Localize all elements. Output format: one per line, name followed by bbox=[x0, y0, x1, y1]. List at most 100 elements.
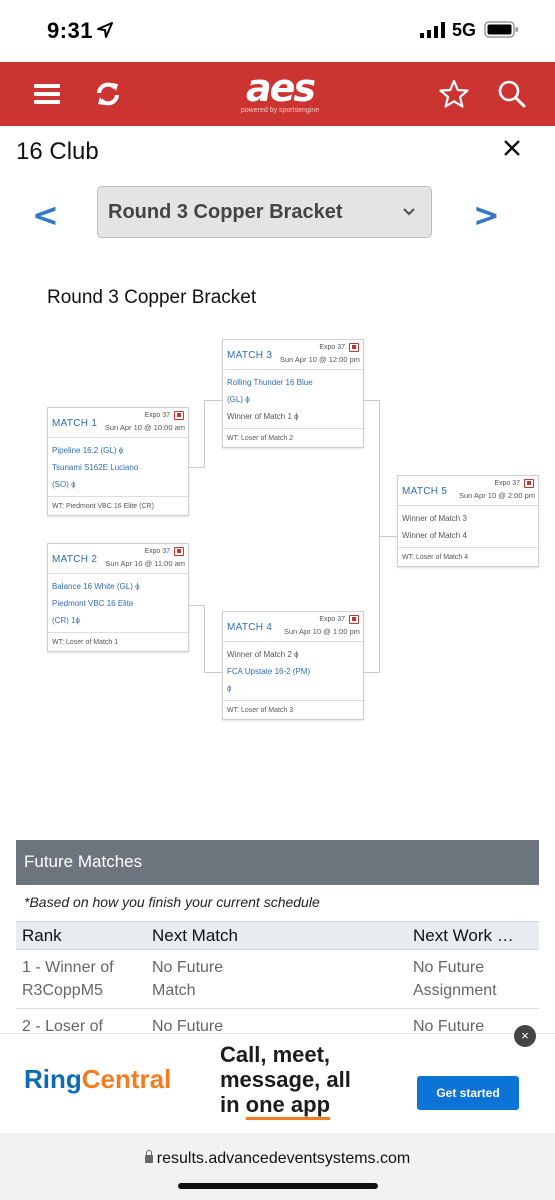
column-header-next-match: Next Match bbox=[146, 921, 407, 950]
next-match-cell: No Future Match bbox=[146, 949, 407, 1009]
match-label: MATCH 5 bbox=[402, 486, 448, 497]
ad-copy: Call, meet, message, all in one app bbox=[220, 1042, 351, 1120]
match-card-4[interactable]: MATCH 4 Expo 37 Sun Apr 10 @ 1:00 pm Win… bbox=[222, 611, 364, 720]
match-time: Sun Apr 10 @ 12:00 pm bbox=[279, 355, 360, 364]
match-court: Expo 37 bbox=[144, 548, 170, 555]
match-court: Expo 37 bbox=[319, 616, 345, 623]
bracket-connector bbox=[204, 605, 205, 673]
favorite-button[interactable] bbox=[434, 74, 474, 114]
ad-brand-ring: Ring bbox=[24, 1064, 82, 1094]
ad-copy-line: Call, meet, bbox=[220, 1042, 331, 1067]
team-link[interactable]: Piedmont VBC 16 Elite bbox=[52, 595, 184, 612]
match-label: MATCH 3 bbox=[227, 350, 273, 361]
match-label: MATCH 2 bbox=[52, 554, 98, 565]
bracket-connector bbox=[189, 467, 205, 468]
chevron-down-icon bbox=[403, 208, 415, 216]
team-link-continued[interactable]: (CR) 1ϕ bbox=[52, 612, 184, 629]
work-team: WT: Loser of Match 2 bbox=[223, 428, 363, 447]
table-row: 1 - Winner of R3CoppM5 No Future Match No … bbox=[16, 949, 539, 1009]
match-card-5[interactable]: MATCH 5 Expo 37 Sun Apr 10 @ 2:00 pm Win… bbox=[397, 475, 539, 567]
work-team: WT: Piedmont VBC 16 Elite (CR) bbox=[48, 496, 188, 515]
search-button[interactable] bbox=[492, 74, 532, 114]
match-time: Sun Apr 10 @ 11:00 am bbox=[105, 559, 185, 568]
location-arrow-icon bbox=[97, 22, 113, 38]
column-header-rank: Rank bbox=[16, 921, 146, 950]
rank-cell: 1 - Winner of R3CoppM5 bbox=[16, 949, 146, 1009]
url-text: results.advancedeventsystems.com bbox=[156, 1150, 411, 1167]
team-link[interactable]: Tsunami S162E Luciano bbox=[52, 459, 184, 476]
future-matches-table: Rank Next Match Next Work … 1 - Winner o… bbox=[16, 921, 539, 1045]
bracket-connector bbox=[364, 672, 380, 673]
work-team: WT: Loser of Match 4 bbox=[398, 547, 538, 566]
refresh-button[interactable] bbox=[88, 74, 128, 114]
bracket-title: Round 3 Copper Bracket bbox=[47, 287, 257, 308]
team-link-continued[interactable]: ϕ bbox=[227, 680, 359, 697]
team-link[interactable]: Rolling Thunder 16 Blue bbox=[227, 374, 359, 391]
close-button[interactable] bbox=[498, 134, 526, 162]
team-link[interactable]: Balance 16 White (GL) ϕ bbox=[52, 578, 184, 595]
browser-url-bar[interactable]: results.advancedeventsystems.com bbox=[0, 1133, 555, 1200]
round-select[interactable]: Round 3 Copper Bracket bbox=[97, 186, 432, 238]
home-indicator[interactable] bbox=[178, 1183, 378, 1189]
next-work-cell: No Future Assignment bbox=[407, 949, 539, 1009]
ad-brand-logo[interactable]: RingCentral bbox=[24, 1064, 171, 1095]
match-card-3[interactable]: MATCH 3 Expo 37 Sun Apr 10 @ 12:00 pm Ro… bbox=[222, 339, 364, 448]
bracket-connector bbox=[204, 672, 222, 673]
signal-icon bbox=[420, 22, 445, 38]
network-label: 5G bbox=[452, 20, 477, 40]
future-matches-note: *Based on how you finish your current sc… bbox=[24, 894, 320, 910]
future-matches-heading: Future Matches bbox=[16, 840, 539, 885]
video-icon[interactable] bbox=[174, 547, 184, 556]
bracket-connector bbox=[204, 400, 205, 468]
match-court: Expo 37 bbox=[494, 480, 520, 487]
video-icon[interactable] bbox=[349, 343, 359, 352]
search-icon bbox=[498, 80, 526, 108]
video-icon[interactable] bbox=[524, 479, 534, 488]
ad-banner[interactable]: RingCentral Call, meet, message, all in … bbox=[0, 1033, 555, 1129]
match-card-1[interactable]: MATCH 1 Expo 37 Sun Apr 10 @ 10:00 am Pi… bbox=[47, 407, 189, 516]
team-link[interactable]: FCA Upstate 16-2 (PM) bbox=[227, 663, 359, 680]
ad-get-started-button[interactable]: Get started bbox=[417, 1076, 519, 1110]
match-time: Sun Apr 10 @ 2:00 pm bbox=[459, 491, 535, 500]
team-link-continued[interactable]: (SO) ϕ bbox=[52, 476, 184, 493]
team-link[interactable]: Pipeline 16.2 (GL) ϕ bbox=[52, 442, 184, 459]
team-placeholder: Winner of Match 3 bbox=[402, 514, 467, 523]
round-select-value: Round 3 Copper Bracket bbox=[108, 200, 343, 223]
team-link-continued[interactable]: (GL) ϕ bbox=[227, 391, 359, 408]
video-icon[interactable] bbox=[174, 411, 184, 420]
bracket-connector bbox=[379, 536, 397, 537]
match-card-2[interactable]: MATCH 2 Expo 37 Sun Apr 10 @ 11:00 am Ba… bbox=[47, 543, 189, 652]
bracket-connector bbox=[189, 605, 205, 606]
url-display[interactable]: results.advancedeventsystems.com bbox=[0, 1149, 555, 1168]
work-team: WT: Loser of Match 3 bbox=[223, 700, 363, 719]
match-court: Expo 37 bbox=[144, 412, 170, 419]
ad-brand-central: Central bbox=[81, 1064, 172, 1094]
ad-close-button[interactable]: × bbox=[514, 1025, 536, 1047]
match-time: Sun Apr 10 @ 10:00 am bbox=[104, 423, 185, 432]
team-placeholder: Winner of Match 4 bbox=[402, 531, 467, 540]
refresh-icon bbox=[97, 82, 119, 106]
star-icon bbox=[439, 79, 469, 108]
battery-icon bbox=[484, 21, 518, 38]
club-title: 16 Club bbox=[16, 138, 99, 165]
top-nav: aes powered by sportsengine bbox=[0, 62, 555, 126]
close-icon bbox=[504, 140, 520, 156]
menu-button[interactable] bbox=[28, 74, 68, 114]
bracket-connector bbox=[364, 400, 380, 401]
previous-round-button[interactable]: < bbox=[32, 196, 59, 234]
aes-logo[interactable]: aes powered by sportsengine bbox=[232, 66, 328, 118]
status-time: 9:31 bbox=[47, 18, 94, 43]
video-icon[interactable] bbox=[349, 615, 359, 624]
team-placeholder: Winner of Match 1 ϕ bbox=[227, 412, 299, 421]
logo-subtext: powered by sportsengine bbox=[240, 107, 320, 114]
match-label: MATCH 4 bbox=[227, 622, 273, 633]
status-bar: 9:31 5G bbox=[0, 0, 555, 62]
team-placeholder: Winner of Match 2 ϕ bbox=[227, 650, 299, 659]
menu-icon bbox=[34, 84, 60, 104]
next-round-button[interactable]: > bbox=[473, 196, 500, 234]
logo-text: aes bbox=[245, 66, 316, 110]
match-time: Sun Apr 10 @ 1:00 pm bbox=[284, 627, 360, 636]
match-label: MATCH 1 bbox=[52, 418, 98, 429]
work-team: WT: Loser of Match 1 bbox=[48, 632, 188, 651]
ad-copy-line: message, all bbox=[220, 1067, 351, 1092]
